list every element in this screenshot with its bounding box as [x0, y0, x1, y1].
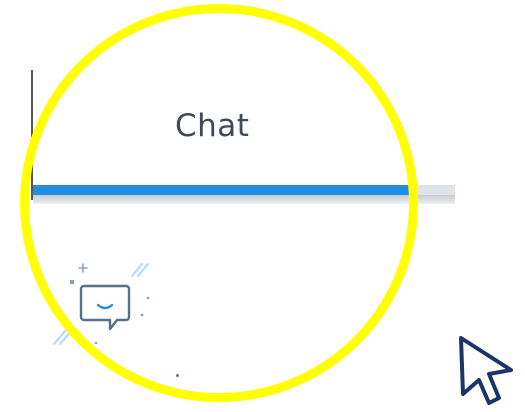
screenshot-stage: Chat: [0, 0, 525, 412]
decorative-dot: [176, 374, 179, 377]
active-tab-indicator: [33, 185, 409, 195]
mouse-pointer-icon: [455, 332, 525, 412]
tab-chat[interactable]: Chat: [33, 72, 455, 207]
tab-chat-label: Chat: [175, 108, 250, 144]
tab-bar-shadow: [33, 195, 455, 204]
chat-empty-state-icon: [52, 258, 162, 358]
tab-bar-track: [409, 185, 455, 195]
